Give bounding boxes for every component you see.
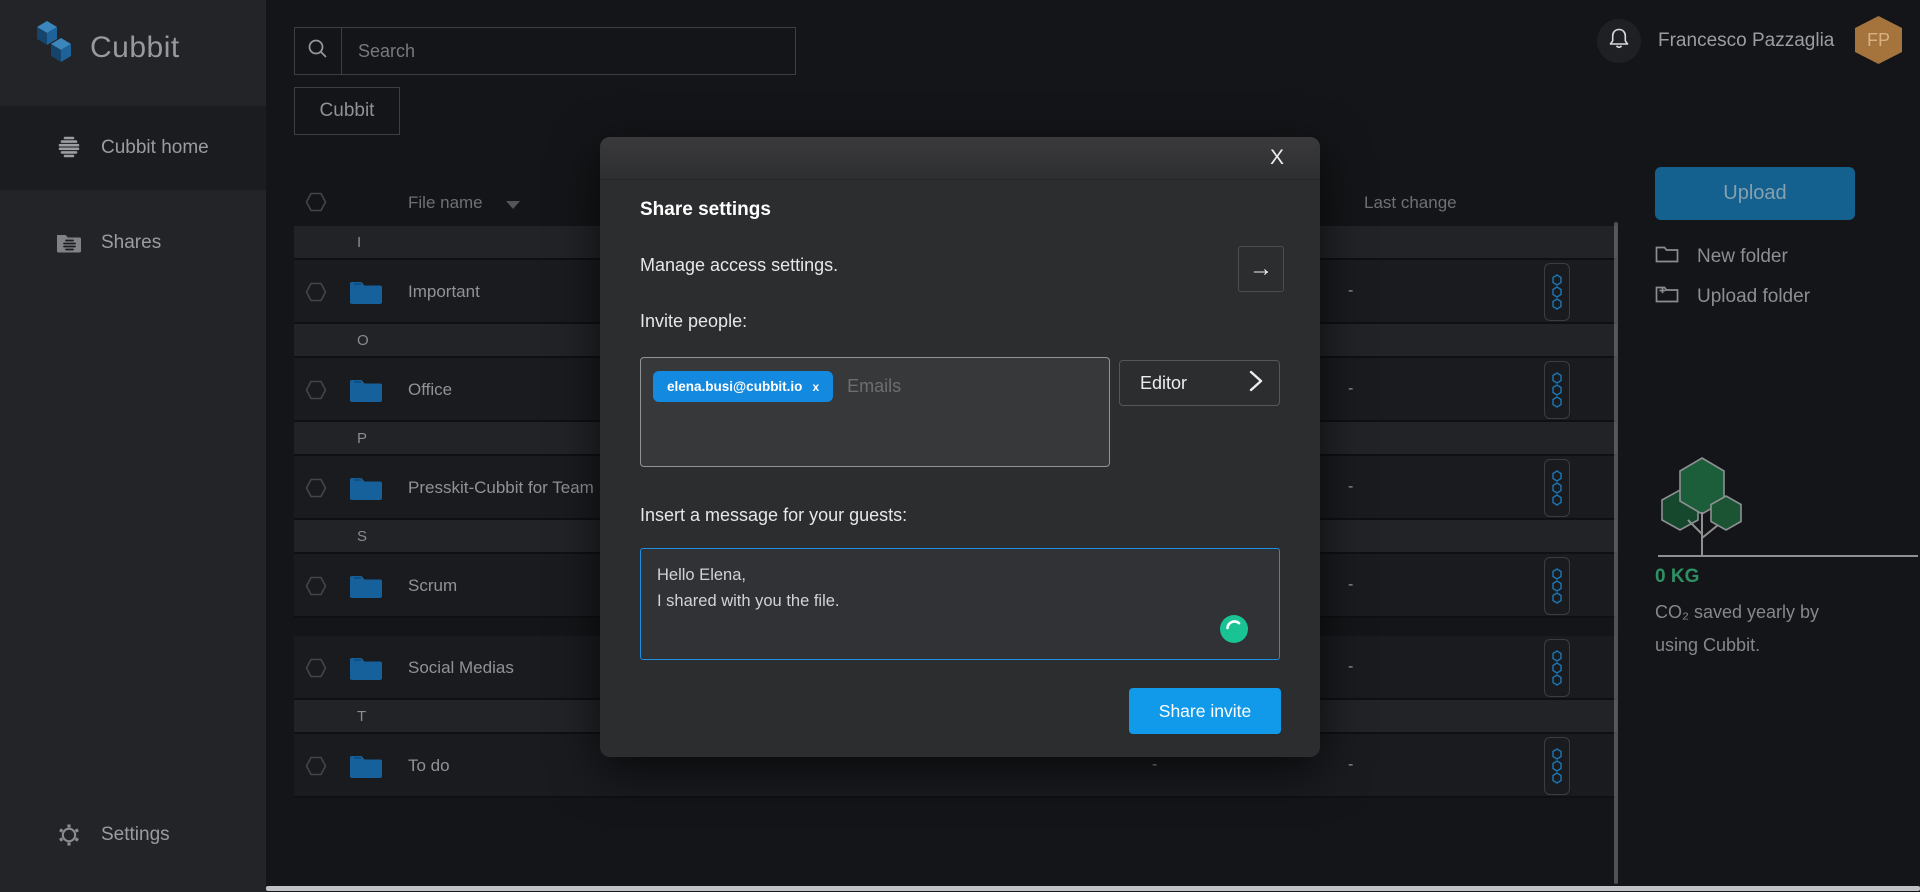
logo-wordmark: Cubbit [90,31,180,65]
file-last-change: - [1348,756,1353,774]
upload-folder-icon [1655,284,1679,309]
remove-chip-icon[interactable]: x [812,380,819,394]
folder-icon [349,752,383,784]
email-chip: elena.busi@cubbit.io x [653,371,833,402]
chevron-right-icon [1249,370,1263,397]
letter-group-label: P [357,430,367,447]
sidebar-item-label: Settings [101,824,170,846]
sidebar-item-label: Shares [101,232,161,254]
sidebar-item-label: Cubbit home [101,137,209,159]
cubbit-logo[interactable]: Cubbit [36,20,180,75]
user-name[interactable]: Francesco Pazzaglia [1658,30,1834,52]
close-icon[interactable]: X [1270,146,1284,170]
row-menu-button[interactable] [1544,737,1570,795]
bell-icon [1606,26,1632,57]
share-settings-modal: X Share settings Manage access settings.… [600,137,1320,757]
file-last-change: - [1348,478,1353,496]
folder-icon [349,376,383,408]
cubbit-cubes-icon [36,20,78,75]
file-name: To do [408,756,450,776]
sidebar-item-settings[interactable]: Settings [0,806,266,864]
new-folder-label: New folder [1697,246,1788,268]
arrow-right-icon: → [1249,255,1273,282]
new-folder-icon [1655,244,1679,269]
co2-saved-value: 0 KG [1655,566,1699,588]
emails-input[interactable] [847,371,1097,402]
avatar-initials: FP [1867,30,1890,51]
file-last-change: - [1348,380,1353,398]
row-menu-button[interactable] [1544,639,1570,697]
upload-folder-button[interactable]: Upload folder [1655,284,1810,309]
breadcrumb-cubbit[interactable]: Cubbit [294,87,400,135]
sidebar-item-cubbit-home[interactable]: Cubbit home [0,106,266,190]
row-checkbox[interactable] [305,576,327,601]
app-window: Cubbit Cubbit home [0,0,1920,892]
shared-folder-icon [55,232,83,254]
file-name: Important [408,282,480,302]
file-name: Presskit-Cubbit for Team [408,478,594,498]
modal-title: Share settings [640,199,771,221]
share-invite-button[interactable]: Share invite [1129,688,1281,734]
letter-group-label: T [357,708,366,725]
row-checkbox[interactable] [305,282,327,307]
row-checkbox[interactable] [305,380,327,405]
row-menu-button[interactable] [1544,361,1570,419]
row-menu-button[interactable] [1544,263,1570,321]
role-selector[interactable]: Editor [1119,360,1280,406]
folder-icon [349,278,383,310]
sidebar: Cubbit Cubbit home [0,0,266,892]
horizontal-scrollbar[interactable] [266,886,1920,891]
file-name: Social Medias [408,658,514,678]
manage-access-label: Manage access settings. [640,255,838,276]
row-menu-button[interactable] [1544,557,1570,615]
role-selected-value: Editor [1140,373,1187,394]
notifications-button[interactable] [1597,19,1641,63]
emails-input-box[interactable]: elena.busi@cubbit.io x [640,357,1110,467]
swarm-sphere-icon [55,135,83,161]
column-header-file-name[interactable]: File name [408,193,483,213]
invite-people-label: Invite people: [640,311,747,332]
file-last-change: - [1348,576,1353,594]
co2-tree-illustration [1650,452,1918,569]
avatar[interactable]: FP [1855,16,1902,64]
row-checkbox[interactable] [305,658,327,683]
manage-access-arrow-button[interactable]: → [1238,246,1284,292]
vertical-scrollbar[interactable] [1614,222,1618,884]
upload-folder-label: Upload folder [1697,286,1810,308]
file-last-change: - [1348,282,1353,300]
search-box [294,27,796,75]
column-header-last-change[interactable]: Last change [1364,193,1457,213]
folder-icon [349,654,383,686]
new-folder-button[interactable]: New folder [1655,244,1788,269]
file-name: Office [408,380,452,400]
search-input[interactable] [342,27,796,75]
guest-message-label: Insert a message for your guests: [640,505,907,526]
sort-desc-icon [506,201,520,209]
guest-message-textarea[interactable]: Hello Elena, I shared with you the file. [640,548,1280,660]
sidebar-item-shares[interactable]: Shares [0,214,266,272]
folder-icon [349,572,383,604]
search-icon [305,36,331,67]
gear-icon [55,823,83,847]
message-status-spinner-icon [1219,614,1249,649]
select-all-checkbox[interactable] [305,192,327,217]
letter-group-label: I [357,234,361,251]
modal-header [600,137,1320,180]
co2-saved-caption: CO₂ saved yearly by using Cubbit. [1655,596,1819,662]
email-chip-text: elena.busi@cubbit.io [667,379,802,394]
row-checkbox[interactable] [305,756,327,781]
folder-icon [349,474,383,506]
row-checkbox[interactable] [305,478,327,503]
file-size: - [1152,756,1157,774]
row-menu-button[interactable] [1544,459,1570,517]
letter-group-label: S [357,528,367,545]
upload-button[interactable]: Upload [1655,167,1855,220]
search-icon-button[interactable] [294,27,342,75]
file-last-change: - [1348,658,1353,676]
file-name: Scrum [408,576,457,596]
letter-group-label: O [357,332,369,349]
